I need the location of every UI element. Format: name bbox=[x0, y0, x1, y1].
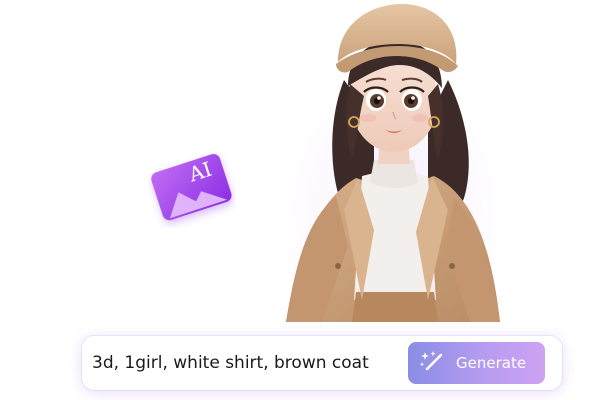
ai-image-icon: AI bbox=[151, 154, 232, 221]
ai-generator-canvas: AI 3d, 1girl, white shirt, brown coat Ge… bbox=[0, 0, 600, 400]
ai-image-badge: AI bbox=[148, 150, 236, 228]
magic-wand-icon bbox=[419, 351, 443, 371]
prompt-input[interactable]: 3d, 1girl, white shirt, brown coat bbox=[92, 336, 402, 390]
girl-character-image bbox=[278, 4, 510, 322]
prompt-bar: 3d, 1girl, white shirt, brown coat Gener… bbox=[82, 336, 562, 390]
character-illustration bbox=[278, 0, 510, 322]
generate-button[interactable]: Generate bbox=[408, 342, 545, 384]
generate-label: Generate bbox=[456, 354, 527, 372]
